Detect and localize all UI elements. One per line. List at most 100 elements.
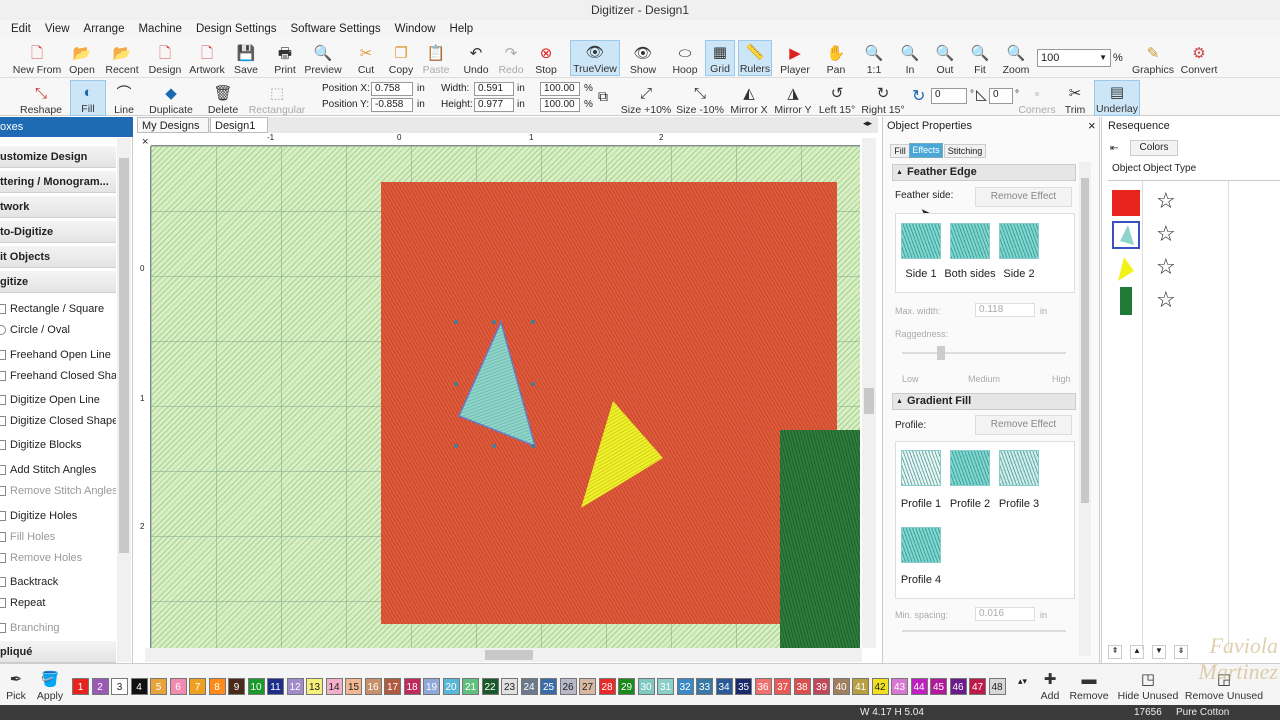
- canvas-vscroll-thumb[interactable]: [864, 388, 874, 414]
- tab-fill[interactable]: Fill: [890, 144, 910, 158]
- palette-color-47[interactable]: 47: [969, 678, 986, 695]
- graphics-button[interactable]: ✎ Graphics: [1130, 40, 1176, 76]
- apply-button[interactable]: 🪣 Apply: [34, 666, 66, 702]
- player-button[interactable]: ▶ Player: [777, 40, 813, 76]
- remove-color-button[interactable]: ▬ Remove: [1068, 666, 1110, 702]
- palette-color-30[interactable]: 30: [637, 678, 655, 695]
- colors-button[interactable]: Colors: [1130, 140, 1178, 156]
- trueview-button[interactable]: 👁 TrueView: [570, 40, 620, 76]
- line-button[interactable]: ⌒ Line: [110, 80, 138, 116]
- convert-button[interactable]: ⚙ Convert: [1178, 40, 1220, 76]
- palette-color-22[interactable]: 22: [481, 678, 499, 695]
- zoom-fit-button[interactable]: 🔍 Fit: [968, 40, 992, 76]
- mirror-x-button[interactable]: ◭ Mirror X: [729, 80, 769, 116]
- min-spacing-slider[interactable]: [902, 630, 1066, 632]
- tab-stitching[interactable]: Stitching: [944, 144, 986, 158]
- tab-my-designs[interactable]: My Designs ×: [137, 117, 209, 148]
- menu-arrange[interactable]: Arrange: [77, 20, 132, 38]
- rotate-right-button[interactable]: ↻ Right 15°: [860, 80, 906, 116]
- palette-color-19[interactable]: 19: [423, 678, 440, 695]
- palette-color-34[interactable]: 34: [715, 678, 733, 695]
- palette-color-28[interactable]: 28: [598, 678, 616, 695]
- fill-button[interactable]: ◐ Fill: [70, 80, 106, 116]
- palette-color-32[interactable]: 32: [676, 678, 694, 695]
- palette-color-41[interactable]: 41: [852, 678, 869, 695]
- palette-color-20[interactable]: 20: [442, 678, 460, 695]
- palette-color-36[interactable]: 36: [754, 678, 772, 695]
- palette-color-26[interactable]: 26: [559, 678, 577, 695]
- palette-color-1[interactable]: 1: [72, 678, 89, 695]
- object-properties-scrollbar[interactable]: [1079, 162, 1091, 656]
- palette-color-42[interactable]: 42: [871, 678, 889, 695]
- delete-button[interactable]: 🗑 Delete: [205, 80, 241, 116]
- palette-color-18[interactable]: 18: [403, 678, 421, 695]
- canvas-hscroll-thumb[interactable]: [485, 650, 533, 660]
- zoom-out-button[interactable]: 🔍 Out: [933, 40, 957, 76]
- gradient-fill-header[interactable]: Gradient Fill: [892, 393, 1076, 410]
- palette-color-10[interactable]: 10: [247, 678, 265, 695]
- recent-button[interactable]: 📂 Recent: [102, 40, 142, 76]
- profile3-swatch[interactable]: [999, 450, 1039, 486]
- menu-window[interactable]: Window: [388, 20, 443, 38]
- menu-edit[interactable]: Edit: [4, 20, 38, 38]
- rectangular-button[interactable]: ⬚ Rectangular: [248, 80, 306, 116]
- feather-side2-swatch[interactable]: [999, 223, 1039, 259]
- palette-color-33[interactable]: 33: [696, 678, 713, 695]
- section-artwork[interactable]: twork: [0, 196, 116, 218]
- palette-color-15[interactable]: 15: [345, 678, 362, 695]
- pan-button[interactable]: ✋ Pan: [824, 40, 848, 76]
- raggedness-slider[interactable]: [902, 352, 1066, 354]
- tool-digitize-holes[interactable]: Digitize Holes: [0, 506, 116, 526]
- toolbox-scrollbar[interactable]: [117, 138, 131, 662]
- preview-button[interactable]: 🔍 Preview: [303, 40, 343, 76]
- palette-color-9[interactable]: 9: [228, 678, 245, 695]
- tab-scroll-icon[interactable]: ◂▸: [863, 118, 872, 129]
- undo-button[interactable]: ↶ Undo: [461, 40, 491, 76]
- section-lettering[interactable]: ttering / Monogram...: [0, 171, 116, 193]
- open-button[interactable]: 📂 Open: [66, 40, 98, 76]
- toolbox-scroll-thumb[interactable]: [119, 158, 129, 553]
- artwork-button[interactable]: 🗋 Artwork: [186, 40, 228, 76]
- feather-edge-header[interactable]: Feather Edge: [892, 164, 1076, 181]
- section-customize-design[interactable]: ustomize Design: [0, 146, 116, 168]
- palette-color-21[interactable]: 21: [462, 678, 479, 695]
- tool-backtrack[interactable]: Backtrack: [0, 572, 116, 592]
- tool-digitize-open-line[interactable]: Digitize Open Line: [0, 390, 116, 410]
- palette-color-46[interactable]: 46: [949, 678, 967, 695]
- menu-view[interactable]: View: [38, 20, 77, 38]
- palette-color-48[interactable]: 48: [988, 678, 1006, 695]
- print-button[interactable]: 🖶 Print: [270, 40, 300, 76]
- tool-digitize-blocks[interactable]: Digitize Blocks: [0, 435, 116, 455]
- palette-color-4[interactable]: 4: [130, 678, 148, 695]
- stop-button[interactable]: ⊗ Stop: [531, 40, 561, 76]
- collapse-icon[interactable]: ⇤: [1110, 143, 1118, 154]
- copy-button[interactable]: ❐ Copy: [386, 40, 416, 76]
- save-button[interactable]: 💾 Save: [231, 40, 261, 76]
- slant-angle-input[interactable]: 0: [989, 88, 1013, 104]
- menu-software-settings[interactable]: Software Settings: [283, 20, 387, 38]
- rotate-angle-input[interactable]: 0: [931, 88, 967, 104]
- teal-triangle-object[interactable]: [457, 319, 537, 448]
- width-percent-input[interactable]: 100.00: [540, 82, 580, 96]
- design-button[interactable]: 🗋 Design: [146, 40, 184, 76]
- trim-button[interactable]: ✂ Trim: [1062, 80, 1088, 116]
- close-icon[interactable]: ×: [1088, 118, 1096, 133]
- tool-circle[interactable]: Circle / Oval: [0, 320, 116, 340]
- position-x-input[interactable]: 0.758: [371, 82, 413, 96]
- section-applique[interactable]: pliqué: [0, 641, 116, 663]
- reseq-row-4-swatch[interactable]: [1120, 287, 1132, 315]
- tab-design1[interactable]: Design1 ×: [210, 117, 268, 148]
- palette-color-24[interactable]: 24: [520, 678, 538, 695]
- palette-color-40[interactable]: 40: [832, 678, 850, 695]
- section-auto-digitize[interactable]: to-Digitize: [0, 221, 116, 243]
- palette-color-27[interactable]: 27: [579, 678, 596, 695]
- palette-color-45[interactable]: 45: [930, 678, 947, 695]
- feather-remove-effect-button[interactable]: Remove Effect: [975, 187, 1072, 207]
- width-input[interactable]: 0.591: [474, 82, 514, 96]
- lock-ratio-icon[interactable]: ⧉: [598, 88, 608, 105]
- tab-effects[interactable]: Effects: [909, 143, 943, 158]
- feather-side1-swatch[interactable]: [901, 223, 941, 259]
- zoom-in-button[interactable]: 🔍 In: [898, 40, 922, 76]
- tool-freehand-open[interactable]: Freehand Open Line: [0, 345, 116, 365]
- position-y-input[interactable]: -0.858: [371, 98, 413, 112]
